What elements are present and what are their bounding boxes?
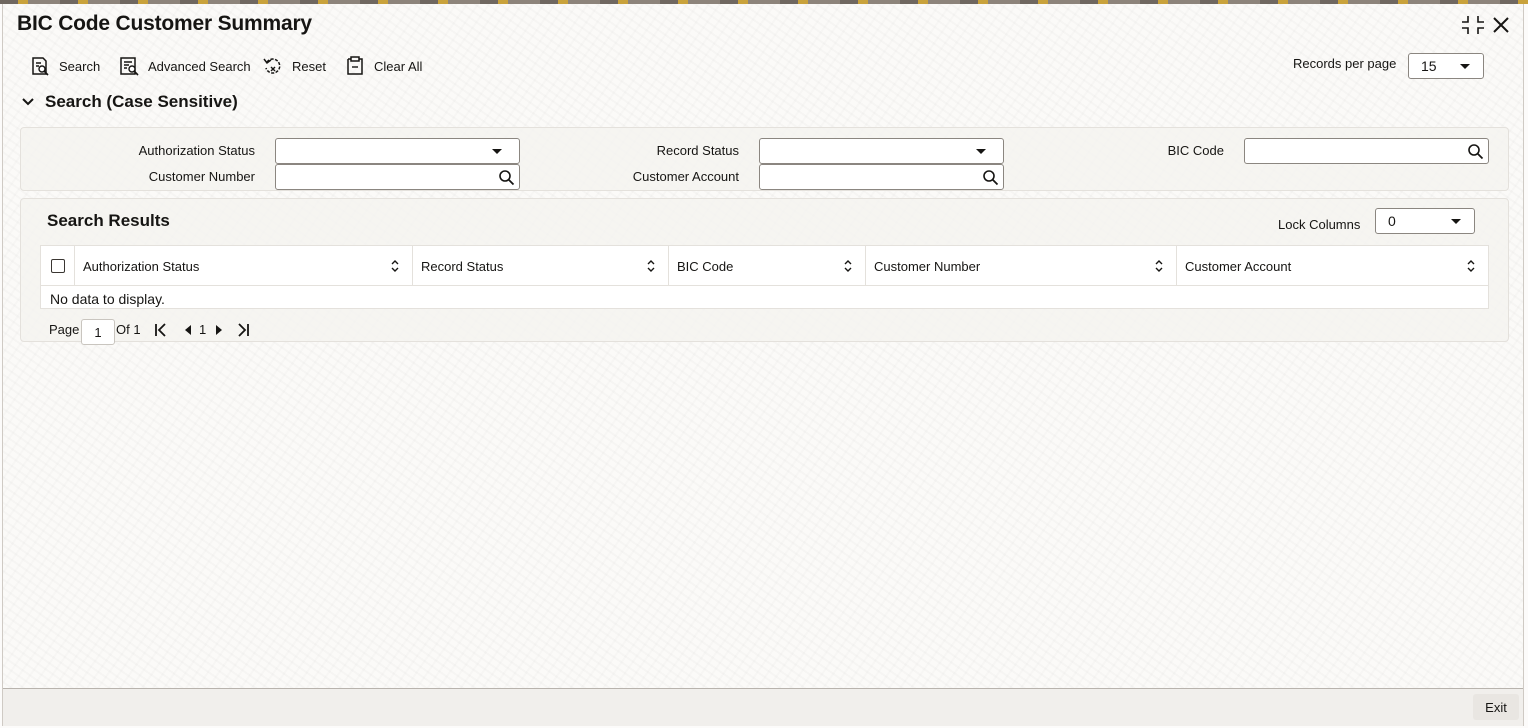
search-criteria-panel: Authorization Status Record Status BIC C… [20, 127, 1509, 191]
search-results-title: Search Results [47, 211, 170, 230]
advanced-search-button[interactable]: Advanced Search [118, 53, 251, 79]
search-section-toggle[interactable]: Search (Case Sensitive) [21, 92, 238, 112]
prev-page-icon[interactable] [181, 321, 197, 339]
column-label: Customer Account [1185, 258, 1292, 274]
sort-icon[interactable] [390, 258, 400, 274]
customer-number-label: Customer Number [148, 169, 255, 184]
chevron-down-icon [1460, 64, 1470, 69]
chevron-down-icon [492, 149, 502, 154]
records-per-page-select[interactable]: 15 [1408, 53, 1484, 79]
column-label: Authorization Status [83, 258, 200, 274]
clear-all-button-label: Clear All [374, 58, 423, 74]
reset-button[interactable]: Reset [262, 53, 326, 79]
search-section-title: Search (Case Sensitive) [45, 92, 238, 111]
record-status-select[interactable] [759, 138, 1004, 164]
search-button-label: Search [59, 58, 101, 74]
records-per-page-label: Records per page [1293, 56, 1397, 71]
chevron-down-icon [22, 98, 34, 106]
search-button[interactable]: Search [29, 53, 100, 79]
chevron-down-icon [1451, 219, 1461, 224]
search-icon[interactable] [982, 169, 999, 186]
customer-account-label: Customer Account [632, 169, 739, 184]
page-title: BIC Code Customer Summary [17, 12, 312, 35]
column-header-record-status[interactable]: Record Status [412, 246, 668, 286]
clear-all-button[interactable]: Clear All [344, 53, 422, 79]
records-per-page-value: 15 [1421, 58, 1437, 74]
customer-number-input[interactable] [275, 164, 520, 190]
sort-icon[interactable] [646, 258, 656, 274]
page-link[interactable]: 1 [199, 322, 206, 337]
page-count-label: Of 1 [116, 322, 141, 337]
lock-columns-select[interactable]: 0 [1375, 208, 1475, 234]
empty-results-message: No data to display. [50, 291, 165, 307]
reset-icon [263, 58, 281, 74]
search-doc-icon [32, 57, 49, 76]
page-label: Page [49, 322, 80, 337]
search-icon[interactable] [498, 169, 515, 186]
reset-button-label: Reset [292, 58, 326, 74]
column-header-customer-account[interactable]: Customer Account [1176, 246, 1488, 286]
authorization-status-select[interactable] [275, 138, 520, 164]
results-table: Authorization Status Record Status BIC C… [40, 245, 1489, 309]
column-label: BIC Code [677, 258, 734, 274]
bic-code-label: BIC Code [1167, 143, 1224, 158]
advanced-search-icon [120, 57, 139, 76]
authorization-status-label: Authorization Status [138, 143, 255, 158]
lock-columns-value: 0 [1388, 213, 1396, 229]
column-label: Customer Number [874, 258, 981, 274]
customer-account-input[interactable] [759, 164, 1004, 190]
exit-button[interactable]: Exit [1473, 694, 1519, 720]
column-label: Record Status [421, 258, 504, 274]
next-page-icon[interactable] [211, 321, 227, 339]
summary-window: BIC Code Customer Summary Search Advance… [2, 4, 1524, 726]
column-header-customer-number[interactable]: Customer Number [865, 246, 1176, 286]
column-header-authorization-status[interactable]: Authorization Status [74, 246, 412, 286]
collapse-icon[interactable] [1462, 14, 1484, 36]
last-page-icon[interactable] [235, 321, 251, 339]
clear-all-icon [347, 56, 363, 75]
chevron-down-icon [976, 149, 986, 154]
bic-code-input[interactable] [1244, 138, 1489, 164]
footer-bar [3, 689, 1523, 726]
lock-columns-label: Lock Columns [1278, 217, 1361, 232]
page-number-input[interactable]: 1 [81, 319, 115, 345]
column-header-bic-code[interactable]: BIC Code [668, 246, 865, 286]
sort-icon[interactable] [1466, 258, 1476, 274]
select-all-checkbox[interactable] [51, 259, 65, 273]
record-status-label: Record Status [656, 143, 739, 158]
results-table-header: Authorization Status Record Status BIC C… [41, 246, 1488, 286]
close-icon[interactable] [1490, 14, 1512, 36]
advanced-search-button-label: Advanced Search [148, 58, 251, 74]
sort-icon[interactable] [843, 258, 853, 274]
first-page-icon[interactable] [153, 321, 169, 339]
sort-icon[interactable] [1154, 258, 1164, 274]
search-icon[interactable] [1467, 143, 1484, 160]
